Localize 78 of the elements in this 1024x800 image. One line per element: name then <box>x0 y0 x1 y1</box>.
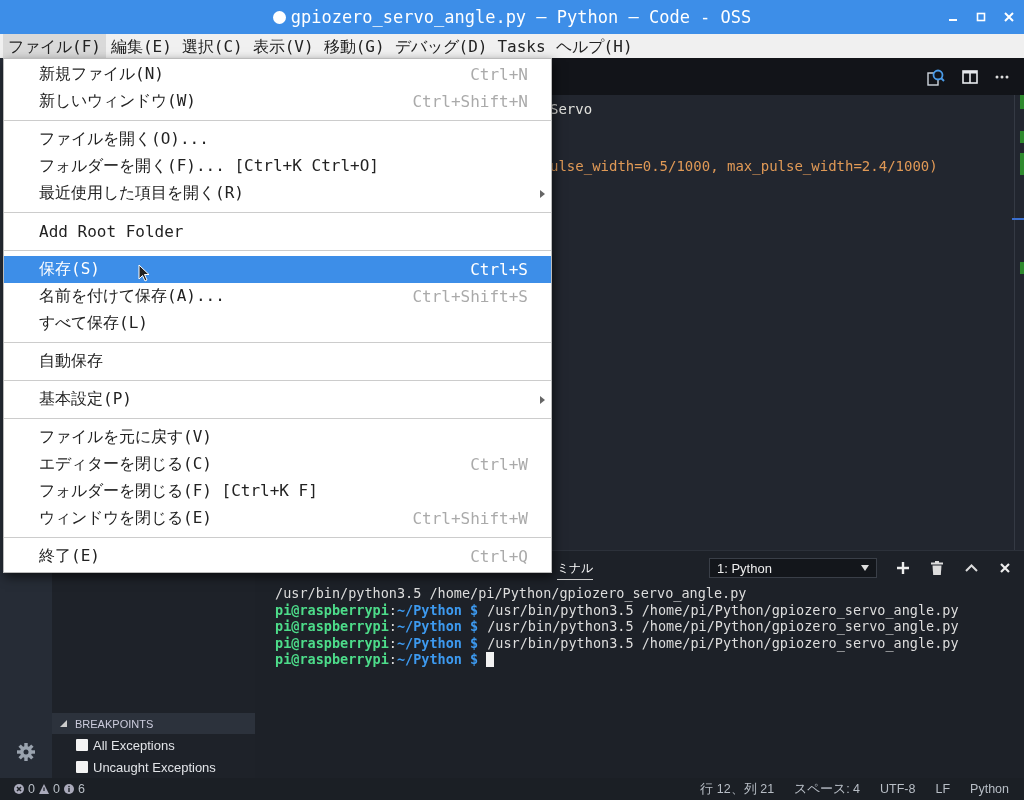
menu-item[interactable]: 移動(G) <box>318 34 390 58</box>
menu-entry[interactable]: 終了(E) Ctrl+Q <box>4 543 551 570</box>
code-line: ulse_width=0.5/1000, max_pulse_width=2.4/1000) <box>550 157 939 176</box>
terminal-output: /usr/bin/python3.5 /home/pi/Python/gpiozero_servo_angle.py <box>275 585 747 602</box>
chevron-up-icon[interactable] <box>965 564 978 572</box>
status-item[interactable]: Python <box>970 782 1009 796</box>
menu-entry[interactable]: フォルダーを閉じる(F) [Ctrl+K F] <box>4 478 551 505</box>
prompt-separator: : <box>388 618 397 635</box>
menu-item[interactable]: 表示(V) <box>247 34 319 58</box>
add-icon[interactable] <box>897 562 909 574</box>
menu-item[interactable]: Tasks <box>492 34 551 58</box>
split-editor-icon[interactable] <box>962 69 978 84</box>
breakpoint-label: All Exceptions <box>93 737 175 753</box>
prompt-separator: : <box>388 651 397 668</box>
menu-entry[interactable]: ファイルを元に戻す(V) <box>4 424 551 451</box>
scroll-position-marker <box>1012 218 1024 220</box>
section-header[interactable]: BREAKPOINTS <box>52 713 255 734</box>
panel-tab[interactable]: ミナル <box>557 556 593 580</box>
terminal-command: /usr/bin/python3.5 /home/pi/Python/gpiozero_servo_angle.py <box>487 618 959 635</box>
prompt-separator: : <box>388 601 397 618</box>
prompt-user: pi@raspberrypi <box>275 651 389 668</box>
close-icon[interactable] <box>1000 563 1010 573</box>
terminal-command: /usr/bin/python3.5 /home/pi/Python/gpiozero_servo_angle.py <box>487 634 959 651</box>
menu-entry[interactable]: 最近使用した項目を開く(R) <box>4 180 551 207</box>
status-item[interactable]: スペース: 4 <box>794 780 861 798</box>
menu-item[interactable]: ヘルプ(H) <box>550 34 638 58</box>
error-count[interactable]: 0 <box>28 782 35 796</box>
status-item[interactable]: 行 12、列 21 <box>700 780 775 798</box>
menu-entry[interactable]: 名前を付けて保存(A)... Ctrl+Shift+S <box>4 283 551 310</box>
checkbox[interactable] <box>76 761 88 773</box>
menu-entry[interactable]: エディターを閉じる(C) Ctrl+W <box>4 451 551 478</box>
prompt-user: pi@raspberrypi <box>275 618 389 635</box>
maximize-button[interactable] <box>976 12 986 22</box>
close-button[interactable] <box>1004 12 1014 22</box>
menu-entry[interactable]: ファイルを開く(O)... <box>4 126 551 153</box>
window-title: gpiozero_servo_angle.py — Python — Code - OSS <box>290 7 752 27</box>
trash-icon[interactable] <box>931 561 943 575</box>
prompt-path: ~/Python $ <box>396 618 479 635</box>
change-marker <box>1020 95 1024 109</box>
menu-item[interactable]: ファイル(F) <box>3 34 106 58</box>
caret-icon <box>861 565 869 571</box>
prompt-separator: : <box>388 634 397 651</box>
menu-item[interactable]: デバッグ(D) <box>389 34 493 58</box>
prompt-path: ~/Python $ <box>396 651 479 668</box>
checkbox[interactable] <box>76 739 88 751</box>
error-icon <box>14 784 24 794</box>
change-marker <box>1020 153 1024 175</box>
terminal-command: /usr/bin/python3.5 /home/pi/Python/gpiozero_servo_angle.py <box>487 601 959 618</box>
menu-item[interactable]: 選択(C) <box>176 34 248 58</box>
menu-item[interactable]: 編集(E) <box>105 34 177 58</box>
warning-count[interactable]: 0 <box>52 782 60 796</box>
section-title: BREAKPOINTS <box>75 717 154 730</box>
breakpoint-label: Uncaught Exceptions <box>93 759 216 775</box>
prompt-path: ~/Python $ <box>396 634 479 651</box>
terminal-dropdown[interactable]: 1: Python <box>709 558 877 578</box>
menu-entry[interactable]: 基本設定(P) <box>4 386 551 413</box>
menu-entry[interactable]: 自動保存 <box>4 348 551 375</box>
change-marker <box>1020 131 1024 143</box>
code-line: Servo <box>550 100 594 119</box>
change-marker <box>1020 262 1024 274</box>
menu-entry[interactable]: ウィンドウを閉じる(E) Ctrl+Shift+W <box>4 505 551 532</box>
search-icon[interactable] <box>927 67 945 86</box>
menu-entry[interactable]: すべて保存(L) <box>4 310 551 337</box>
more-icon[interactable] <box>995 74 1009 79</box>
settings-icon[interactable] <box>16 742 36 762</box>
menu-entry[interactable]: Add Root Folder <box>4 218 551 245</box>
status-item[interactable]: LF <box>935 782 951 796</box>
prompt-user: pi@raspberrypi <box>275 601 389 618</box>
mouse-pointer-icon <box>138 264 150 282</box>
menu-entry[interactable]: フォルダーを開く(F)... [Ctrl+K Ctrl+O] <box>4 153 551 180</box>
prompt-path: ~/Python $ <box>396 601 479 618</box>
warning-icon <box>38 784 49 794</box>
status-item[interactable]: UTF-8 <box>880 782 916 796</box>
prompt-user: pi@raspberrypi <box>275 634 389 651</box>
info-icon <box>63 784 74 794</box>
info-count[interactable]: 6 <box>77 782 85 796</box>
menu-entry[interactable]: 新しいウィンドウ(W) Ctrl+Shift+N <box>4 88 551 115</box>
menu-entry[interactable]: 新規ファイル(N) Ctrl+N <box>4 61 551 88</box>
